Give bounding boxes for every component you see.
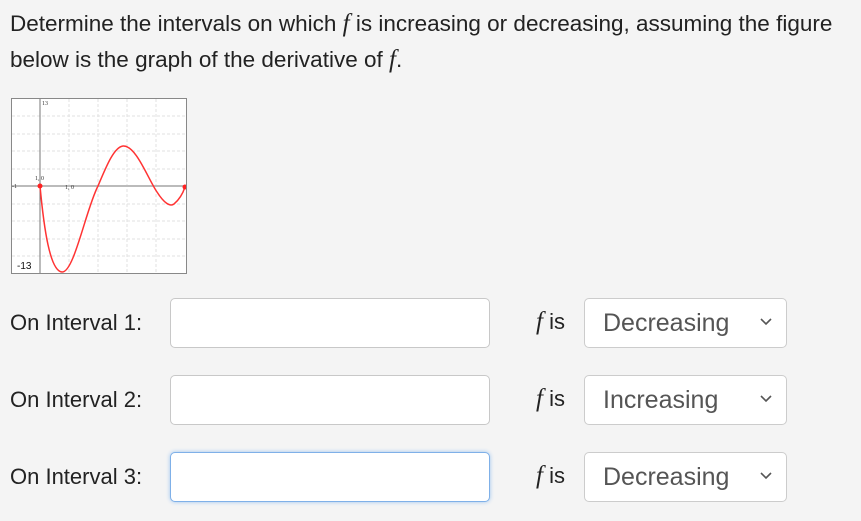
label-point2: 1, 0: [65, 185, 74, 191]
interval-2-input[interactable]: [170, 375, 490, 425]
interval-row-1: On Interval 1: f is Decreasing: [0, 298, 861, 350]
chevron-down-icon: [760, 472, 772, 480]
interval-3-input[interactable]: [170, 452, 490, 502]
interval-row-2: On Interval 2: f is Increasing: [0, 375, 861, 427]
chevron-down-icon: [760, 318, 772, 326]
label-ymin: -13: [17, 261, 32, 272]
chevron-down-icon: [760, 395, 772, 403]
derivative-graph: 13 -13 -1 1, 0 1, 0: [11, 98, 188, 274]
interval-label: On Interval 1:: [10, 310, 143, 335]
label-xmin: -1: [12, 184, 17, 190]
interval-1-input[interactable]: [170, 298, 490, 348]
interval-label: On Interval 3:: [10, 464, 143, 489]
question-text: Determine the intervals on which f is in…: [10, 10, 833, 73]
interval-row-3: On Interval 3: f is Decreasing: [0, 452, 861, 504]
derivative-curve: [39, 145, 186, 273]
interval-1-select[interactable]: Decreasing: [584, 298, 787, 348]
interval-2-select[interactable]: Increasing: [584, 375, 787, 425]
label-ymax: 13: [42, 101, 48, 107]
label-point1: 1, 0: [35, 176, 44, 182]
interval-3-select[interactable]: Decreasing: [584, 452, 787, 502]
interval-label: On Interval 2:: [10, 387, 143, 412]
